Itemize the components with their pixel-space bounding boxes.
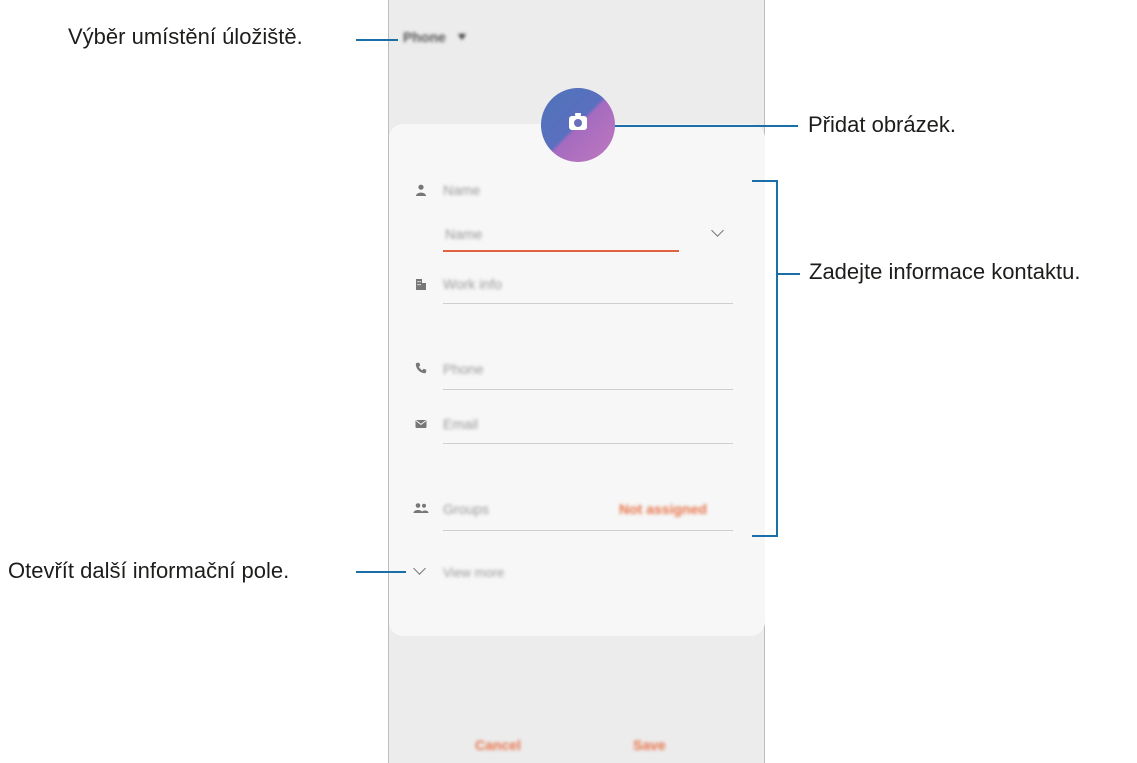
- groups-icon: [413, 502, 429, 514]
- annotation-more-fields-line: [356, 571, 406, 573]
- bracket-top: [752, 180, 778, 182]
- phone-field[interactable]: Phone: [443, 361, 483, 377]
- bracket-vertical: [776, 180, 778, 537]
- expand-chevron-icon[interactable]: [413, 562, 426, 575]
- name-field-label[interactable]: Name: [443, 182, 480, 198]
- work-info-underline: [443, 303, 733, 304]
- storage-location-label: Phone: [403, 29, 446, 45]
- dropdown-arrow-icon: [457, 34, 466, 40]
- annotation-contact-info-line: [776, 273, 800, 275]
- building-icon: [415, 278, 427, 290]
- email-field[interactable]: Email: [443, 416, 478, 432]
- annotation-add-image-line: [614, 125, 798, 127]
- annotation-storage-line: [356, 39, 398, 41]
- work-info-field[interactable]: Work info: [443, 276, 502, 292]
- chevron-down-icon[interactable]: [711, 224, 724, 237]
- annotation-contact-info: Zadejte informace kontaktu.: [809, 259, 1081, 284]
- add-image-button[interactable]: [541, 88, 615, 162]
- phone-icon: [415, 362, 427, 374]
- groups-field[interactable]: Groups: [443, 501, 489, 517]
- email-underline: [443, 443, 733, 444]
- person-icon: [415, 184, 427, 196]
- bracket-bottom: [752, 535, 778, 537]
- camera-icon: [569, 113, 587, 130]
- annotation-more-fields: Otevřít další informační pole.: [8, 558, 290, 583]
- storage-location-selector[interactable]: Phone: [403, 26, 466, 48]
- contact-form-card: Name Name Work info Phone Email Groups N…: [389, 124, 765, 636]
- annotation-add-image: Přidat obrázek.: [808, 112, 956, 137]
- name-input-underline: [443, 250, 679, 252]
- groups-value[interactable]: Not assigned: [619, 501, 707, 517]
- name-input[interactable]: Name: [445, 226, 482, 242]
- annotation-storage: Výběr umístění úložiště.: [68, 24, 303, 49]
- groups-underline: [443, 530, 733, 531]
- view-more-link[interactable]: View more: [443, 565, 504, 580]
- phone-screen: Phone Name Name Work info Phone Email Gr…: [388, 0, 765, 763]
- cancel-button[interactable]: Cancel: [475, 737, 521, 753]
- save-button[interactable]: Save: [633, 737, 666, 753]
- phone-underline: [443, 389, 733, 390]
- email-icon: [415, 418, 427, 430]
